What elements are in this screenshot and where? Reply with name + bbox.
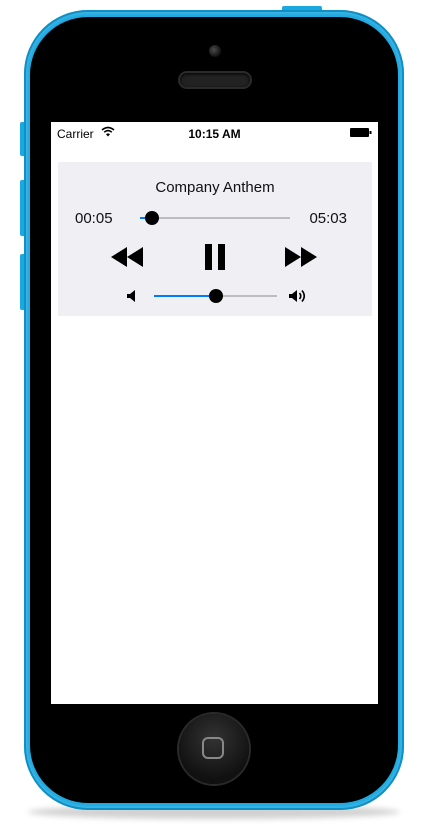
screen: Carrier 10:15 AM Company Anthem 00:05 05… bbox=[51, 122, 378, 704]
pause-button[interactable] bbox=[200, 242, 230, 272]
battery-icon bbox=[350, 128, 372, 137]
volume-fill bbox=[154, 295, 216, 297]
home-button[interactable] bbox=[179, 714, 249, 784]
rewind-button[interactable] bbox=[110, 242, 144, 272]
track-title: Company Anthem bbox=[155, 179, 275, 196]
elapsed-time: 00:05 bbox=[75, 210, 113, 227]
home-square-icon bbox=[202, 737, 224, 759]
status-bar: Carrier 10:15 AM bbox=[51, 122, 378, 144]
pause-icon bbox=[205, 244, 225, 270]
rewind-icon bbox=[111, 247, 143, 267]
volume-low-icon bbox=[127, 290, 135, 302]
fast-forward-icon bbox=[285, 247, 317, 267]
audio-player: Company Anthem 00:05 05:03 bbox=[58, 162, 372, 316]
volume-high-icon bbox=[289, 289, 306, 303]
fast-forward-button[interactable] bbox=[284, 242, 318, 272]
progress-thumb[interactable] bbox=[145, 211, 159, 225]
track-duration: 05:03 bbox=[309, 210, 347, 227]
volume-thumb[interactable] bbox=[209, 289, 223, 303]
earpiece-speaker bbox=[180, 73, 250, 87]
front-camera bbox=[209, 45, 221, 57]
progress-slider[interactable] bbox=[140, 217, 290, 219]
status-time: 10:15 AM bbox=[188, 127, 241, 141]
